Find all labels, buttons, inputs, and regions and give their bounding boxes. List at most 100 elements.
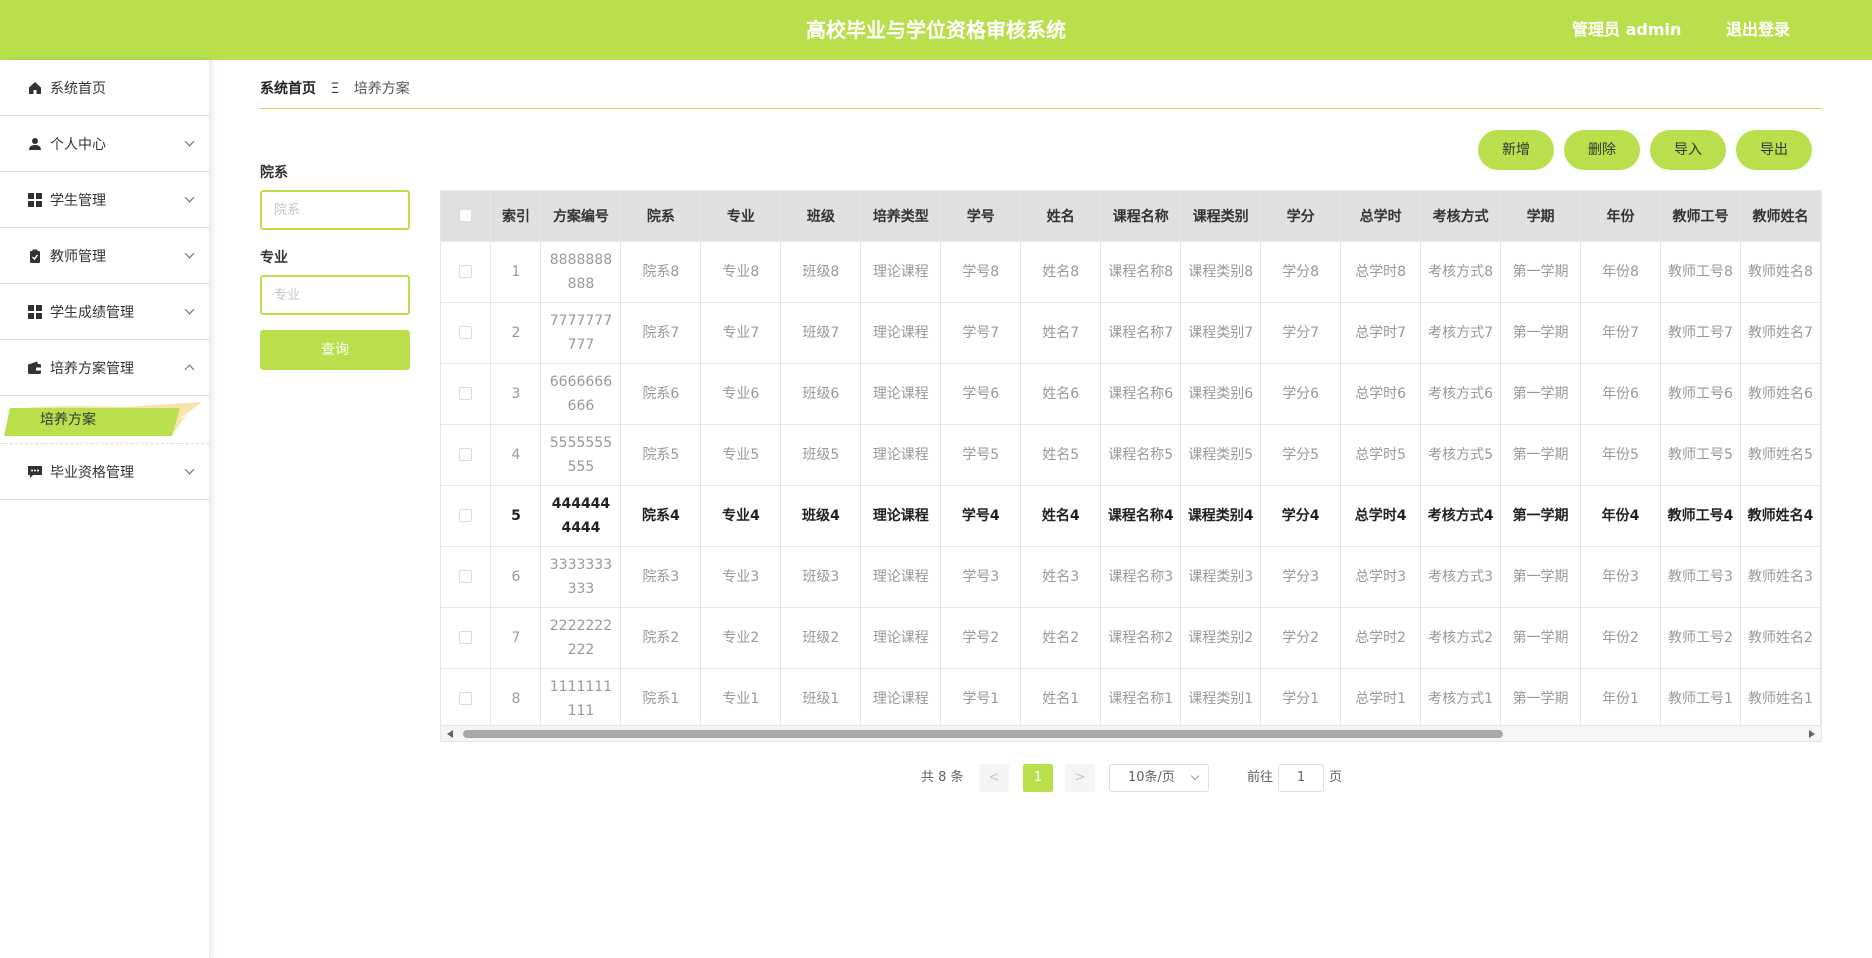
- sidebar-item-label: 系统首页: [50, 80, 106, 97]
- table-row[interactable]: 2 7777777777 院系7 专业7 班级7 理论课程 学号7 姓名7 课程名称7 课程类别7…: [441, 302, 1821, 364]
- row-checkbox[interactable]: [459, 570, 473, 583]
- table-cell: 教师工号7: [1660, 302, 1741, 364]
- row-select-cell: [441, 424, 492, 486]
- breadcrumb-home[interactable]: 系统首页: [260, 81, 316, 97]
- table-row[interactable]: 6 3333333333 院系3 专业3 班级3 理论课程 学号3 姓名3 课程名称3 课程类别3…: [441, 546, 1821, 608]
- table-cell: 专业6: [700, 363, 782, 425]
- row-checkbox[interactable]: [459, 265, 473, 278]
- table-cell: 5555555555: [540, 424, 622, 486]
- table-cell: 学号2: [940, 607, 1022, 669]
- table-cell: 专业1: [700, 668, 782, 730]
- table-cell: 课程名称6: [1100, 363, 1182, 425]
- prev-page-button[interactable]: <: [979, 764, 1009, 792]
- table-cell: 课程类别1: [1180, 668, 1262, 730]
- chevron-down-icon: [184, 136, 195, 147]
- row-checkbox[interactable]: [459, 692, 473, 705]
- sidebar-subitem-training-plan[interactable]: 培养方案: [0, 396, 209, 444]
- table-cell: 总学时3: [1340, 546, 1422, 608]
- row-checkbox[interactable]: [459, 326, 473, 339]
- table-cell: 教师姓名2: [1740, 607, 1821, 669]
- horizontal-scrollbar[interactable]: [441, 725, 1821, 741]
- column-header: 年份: [1580, 191, 1662, 242]
- chat-icon: [28, 465, 42, 478]
- sidebar-item-personal-center[interactable]: 个人中心: [0, 116, 209, 172]
- sidebar-item-training-plan-management[interactable]: 培养方案管理: [0, 340, 209, 396]
- column-header: 班级: [780, 191, 862, 242]
- sidebar-item-student-management[interactable]: 学生管理: [0, 172, 209, 228]
- table-cell: 6: [490, 546, 542, 608]
- scroll-left-icon[interactable]: [447, 730, 453, 738]
- sidebar-item-graduation-qualification[interactable]: 毕业资格管理: [0, 444, 209, 500]
- dept-search-input[interactable]: [260, 190, 410, 230]
- row-checkbox[interactable]: [459, 448, 473, 461]
- table-cell: 课程名称1: [1100, 668, 1182, 730]
- table-body: 1 8888888888 院系8 专业8 班级8 理论课程 学号8 姓名8 课程名称8 课程类别8…: [441, 241, 1821, 730]
- goto-page-input[interactable]: 1: [1278, 764, 1324, 792]
- sidebar-item-grade-management[interactable]: 学生成绩管理: [0, 284, 209, 340]
- table-cell: 理论课程: [860, 546, 942, 608]
- page-size-select[interactable]: 10条/页: [1109, 764, 1209, 792]
- admin-user-label: 管理员 admin: [1572, 20, 1682, 39]
- sidebar-item-home[interactable]: 系统首页: [0, 60, 209, 116]
- table-row[interactable]: 1 8888888888 院系8 专业8 班级8 理论课程 学号8 姓名8 课程名称8 课程类别8…: [441, 241, 1821, 303]
- table-cell: 2: [490, 302, 542, 364]
- active-highlight-brush: [4, 402, 202, 436]
- import-button[interactable]: 导入: [1650, 130, 1726, 170]
- table-cell: 教师姓名1: [1740, 668, 1821, 730]
- table-cell: 教师工号2: [1660, 607, 1741, 669]
- table-cell: 姓名3: [1020, 546, 1102, 608]
- wallet-icon: [28, 361, 42, 374]
- table-cell: 年份1: [1580, 668, 1662, 730]
- row-checkbox[interactable]: [459, 509, 473, 522]
- row-checkbox[interactable]: [459, 631, 473, 644]
- column-header: 学分: [1260, 191, 1342, 242]
- row-select-cell: [441, 668, 492, 730]
- row-checkbox[interactable]: [459, 387, 473, 400]
- scrollbar-thumb[interactable]: [463, 730, 1503, 738]
- major-filter-label: 专业: [260, 250, 288, 266]
- table-cell: 总学时7: [1340, 302, 1422, 364]
- table-cell: 总学时1: [1340, 668, 1422, 730]
- table-cell: 课程名称5: [1100, 424, 1182, 486]
- table-cell: 课程类别8: [1180, 241, 1262, 303]
- table-cell: 3333333333: [540, 546, 622, 608]
- table-cell: 第一学期: [1500, 485, 1582, 547]
- export-button[interactable]: 导出: [1736, 130, 1812, 170]
- table-cell: 课程名称2: [1100, 607, 1182, 669]
- query-button[interactable]: 查询: [260, 330, 410, 370]
- table-cell: 1: [490, 241, 542, 303]
- sidebar-item-teacher-management[interactable]: 教师管理: [0, 228, 209, 284]
- pagination-total: 共 8 条: [921, 770, 964, 785]
- table-row[interactable]: 3 6666666666 院系6 专业6 班级6 理论课程 学号6 姓名6 课程名称6 课程类别6…: [441, 363, 1821, 425]
- table-cell: 姓名8: [1020, 241, 1102, 303]
- column-header: 专业: [700, 191, 782, 242]
- logout-link[interactable]: 退出登录: [1726, 0, 1790, 60]
- table-cell: 专业4: [700, 485, 782, 547]
- table-cell: 总学时2: [1340, 607, 1422, 669]
- page-number-button[interactable]: 1: [1023, 764, 1053, 792]
- table-cell: 年份4: [1580, 485, 1662, 547]
- column-header: 姓名: [1020, 191, 1102, 242]
- table-row[interactable]: 8 1111111111 院系1 专业1 班级1 理论课程 学号1 姓名1 课程名称1 课程类别1…: [441, 668, 1821, 730]
- dept-filter-label: 院系: [260, 165, 288, 181]
- scroll-right-icon[interactable]: [1809, 730, 1815, 738]
- table-row[interactable]: 4 5555555555 院系5 专业5 班级5 理论课程 学号5 姓名5 课程名称5 课程类别5…: [441, 424, 1821, 486]
- select-all-checkbox[interactable]: [459, 209, 473, 223]
- chevron-down-icon: [184, 248, 195, 259]
- table-row[interactable]: 5 4444444444 院系4 专业4 班级4 理论课程 学号4 姓名4 课程名称4 课程类别4…: [441, 485, 1821, 547]
- table-cell: 年份7: [1580, 302, 1662, 364]
- major-search-input[interactable]: [260, 275, 410, 315]
- table-cell: 4444444444: [540, 485, 622, 547]
- next-page-button[interactable]: >: [1065, 764, 1095, 792]
- add-button[interactable]: 新增: [1478, 130, 1554, 170]
- table-cell: 课程类别4: [1180, 485, 1262, 547]
- table-cell: 考核方式1: [1420, 668, 1502, 730]
- row-select-cell: [441, 485, 492, 547]
- table-cell: 教师工号6: [1660, 363, 1741, 425]
- breadcrumb-separator: Ξ: [330, 81, 340, 97]
- delete-button[interactable]: 删除: [1564, 130, 1640, 170]
- table-row[interactable]: 7 2222222222 院系2 专业2 班级2 理论课程 学号2 姓名2 课程名称2 课程类别2…: [441, 607, 1821, 669]
- table-cell: 考核方式8: [1420, 241, 1502, 303]
- table-cell: 考核方式4: [1420, 485, 1502, 547]
- column-header: 索引: [490, 191, 542, 242]
